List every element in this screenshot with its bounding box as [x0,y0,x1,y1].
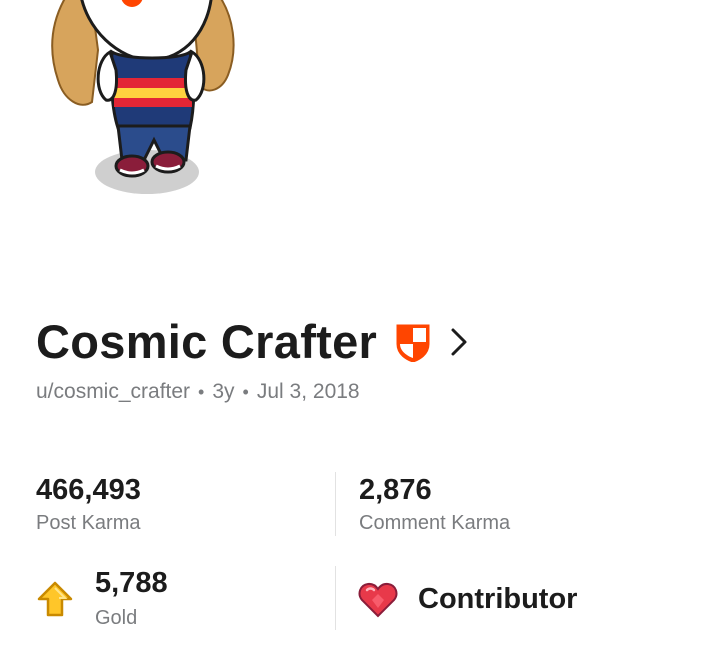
profile-meta: u/cosmic_crafter • 3y • Jul 3, 2018 [36,380,360,404]
account-age: 3y [212,380,235,403]
post-karma-value: 466,493 [36,474,141,506]
cake-day: Jul 3, 2018 [256,380,360,403]
separator: • [242,381,249,402]
achievement-label[interactable]: Contributor [418,585,577,614]
gold-label: Gold [95,607,138,629]
stats-divider [335,472,336,536]
gold-arrow-icon [37,581,73,617]
avatar[interactable] [40,0,250,205]
shield-icon [396,324,430,362]
gold-value: 5,788 [95,567,168,599]
chevron-right-icon[interactable] [449,326,469,358]
username: u/cosmic_crafter [36,380,191,403]
comment-karma-value: 2,876 [359,474,432,506]
display-name: Cosmic Crafter [36,315,378,368]
profile-header[interactable]: Cosmic Crafter [36,318,469,365]
comment-karma-label: Comment Karma [359,512,511,534]
heart-icon [358,582,398,618]
separator: • [198,381,205,402]
post-karma-label: Post Karma [36,512,141,534]
stats-divider [335,566,336,630]
